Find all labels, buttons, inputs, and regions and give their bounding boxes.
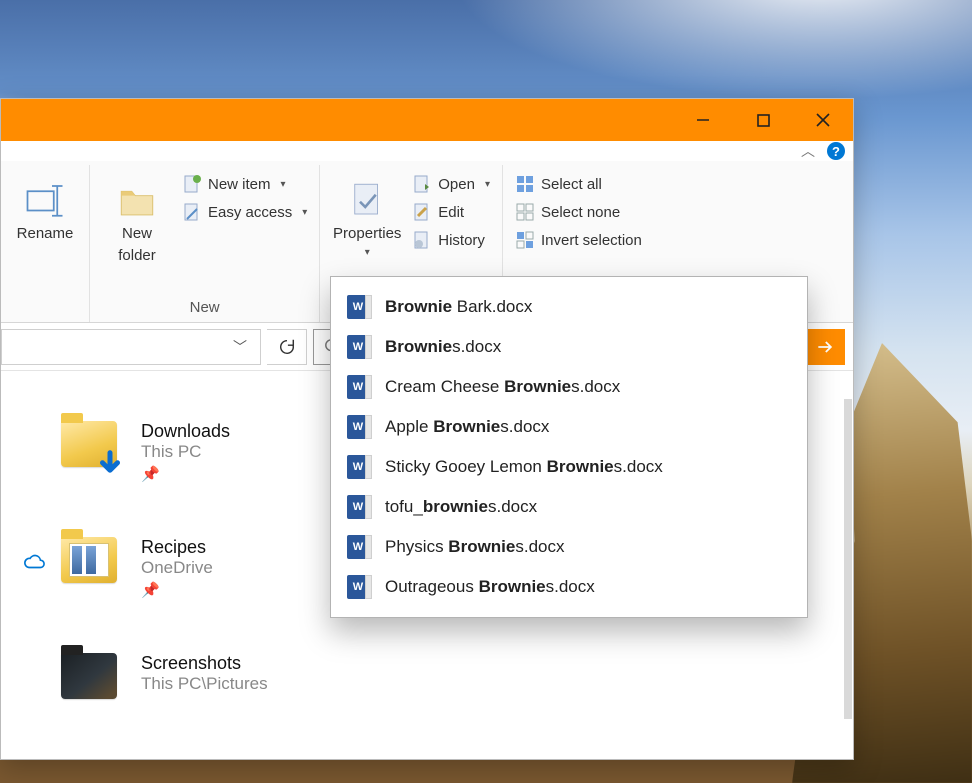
easy-access-icon (182, 202, 202, 222)
address-bar[interactable]: ﹀ (1, 329, 261, 365)
pin-icon: 📌 (141, 581, 213, 599)
arrow-right-icon (815, 337, 835, 357)
search-suggestion[interactable]: Physics Brownies.docx (331, 527, 807, 567)
screenshots-folder-icon (61, 653, 119, 705)
folder-item-screenshots[interactable]: Screenshots This PC\Pictures (61, 653, 853, 705)
history-button[interactable]: History (408, 227, 494, 253)
address-dropdown-icon[interactable]: ﹀ (226, 333, 254, 361)
search-suggestions-flyout: Brownie Bark.docx Brownies.docx Cream Chee… (330, 276, 808, 618)
new-item-button[interactable]: New item (178, 171, 311, 197)
edit-icon (412, 202, 432, 222)
open-button[interactable]: Open (408, 171, 494, 197)
properties-icon (346, 179, 388, 221)
search-suggestion[interactable]: Sticky Gooey Lemon Brownies.docx (331, 447, 807, 487)
invert-selection-button[interactable]: Invert selection (511, 227, 646, 253)
folder-location: OneDrive (141, 558, 213, 578)
ribbon-group-label (9, 295, 81, 322)
refresh-icon (278, 338, 296, 356)
word-doc-icon (347, 295, 369, 319)
properties-label: Properties (333, 225, 401, 243)
recipes-folder-icon (61, 537, 119, 589)
search-suggestion[interactable]: Outrageous Brownies.docx (331, 567, 807, 607)
rename-button[interactable]: Rename (9, 169, 81, 243)
search-suggestion[interactable]: tofu_brownies.docx (331, 487, 807, 527)
close-icon (815, 112, 831, 128)
desktop-background: ︿ ? Rename (0, 0, 972, 783)
cloud-status-icon (23, 551, 45, 573)
suggestion-text: Physics Brownies.docx (385, 537, 565, 557)
folder-location: This PC (141, 442, 230, 462)
folder-name: Screenshots (141, 653, 268, 674)
select-none-button[interactable]: Select none (511, 199, 646, 225)
suggestion-text: Brownie Bark.docx (385, 297, 532, 317)
folder-name: Downloads (141, 421, 230, 442)
select-all-icon (515, 174, 535, 194)
refresh-button[interactable] (267, 329, 307, 365)
suggestion-text: tofu_brownies.docx (385, 497, 537, 517)
suggestion-text: Cream Cheese Brownies.docx (385, 377, 620, 397)
easy-access-label: Easy access (208, 204, 292, 221)
suggestion-text: Brownies.docx (385, 337, 501, 357)
search-suggestion[interactable]: Brownies.docx (331, 327, 807, 367)
word-doc-icon (347, 375, 369, 399)
search-suggestion[interactable]: Apple Brownies.docx (331, 407, 807, 447)
word-doc-icon (347, 535, 369, 559)
select-none-icon (515, 202, 535, 222)
suggestion-text: Outrageous Brownies.docx (385, 577, 595, 597)
titlebar[interactable] (1, 99, 853, 141)
search-suggestion[interactable]: Cream Cheese Brownies.docx (331, 367, 807, 407)
scrollbar[interactable] (844, 399, 852, 719)
new-folder-label-2: folder (118, 247, 156, 265)
ribbon-group-organize: Rename (1, 165, 90, 322)
pin-icon: 📌 (141, 465, 230, 483)
history-label: History (438, 232, 485, 249)
maximize-icon (756, 113, 771, 128)
word-doc-icon (347, 575, 369, 599)
folder-name: Recipes (141, 537, 213, 558)
ribbon-group-new-label: New (98, 295, 311, 322)
window-minimize-button[interactable] (673, 99, 733, 141)
downloads-folder-icon (61, 421, 119, 473)
minimize-icon (695, 112, 711, 128)
window-close-button[interactable] (793, 99, 853, 141)
word-doc-icon (347, 455, 369, 479)
window-maximize-button[interactable] (733, 99, 793, 141)
new-folder-button[interactable]: New folder (98, 169, 176, 265)
select-none-label: Select none (541, 204, 620, 221)
search-suggestion[interactable]: Brownie Bark.docx (331, 287, 807, 327)
properties-button[interactable]: Properties ▾ (328, 169, 406, 259)
easy-access-button[interactable]: Easy access (178, 199, 311, 225)
ribbon-group-new: New folder New item Easy access (90, 165, 320, 322)
invert-selection-icon (515, 230, 535, 250)
suggestion-text: Apple Brownies.docx (385, 417, 549, 437)
select-all-label: Select all (541, 176, 602, 193)
search-go-button[interactable] (805, 329, 845, 365)
suggestion-text: Sticky Gooey Lemon Brownies.docx (385, 457, 663, 477)
new-item-label: New item (208, 176, 271, 193)
new-folder-label-1: New (122, 225, 152, 243)
ribbon-strip: ︿ ? (1, 141, 853, 161)
folder-location: This PC\Pictures (141, 674, 268, 694)
open-icon (412, 174, 432, 194)
open-label: Open (438, 176, 475, 193)
new-folder-icon (116, 179, 158, 221)
word-doc-icon (347, 495, 369, 519)
word-doc-icon (347, 415, 369, 439)
edit-button[interactable]: Edit (408, 199, 494, 225)
edit-label: Edit (438, 204, 464, 221)
rename-label: Rename (17, 225, 74, 243)
history-icon (412, 230, 432, 250)
collapse-ribbon-icon[interactable]: ︿ (801, 141, 815, 161)
select-all-button[interactable]: Select all (511, 171, 646, 197)
new-item-icon (182, 174, 202, 194)
rename-icon (24, 179, 66, 221)
word-doc-icon (347, 335, 369, 359)
invert-selection-label: Invert selection (541, 232, 642, 249)
help-icon[interactable]: ? (827, 142, 845, 160)
dropdown-caret-icon: ▾ (365, 247, 370, 259)
